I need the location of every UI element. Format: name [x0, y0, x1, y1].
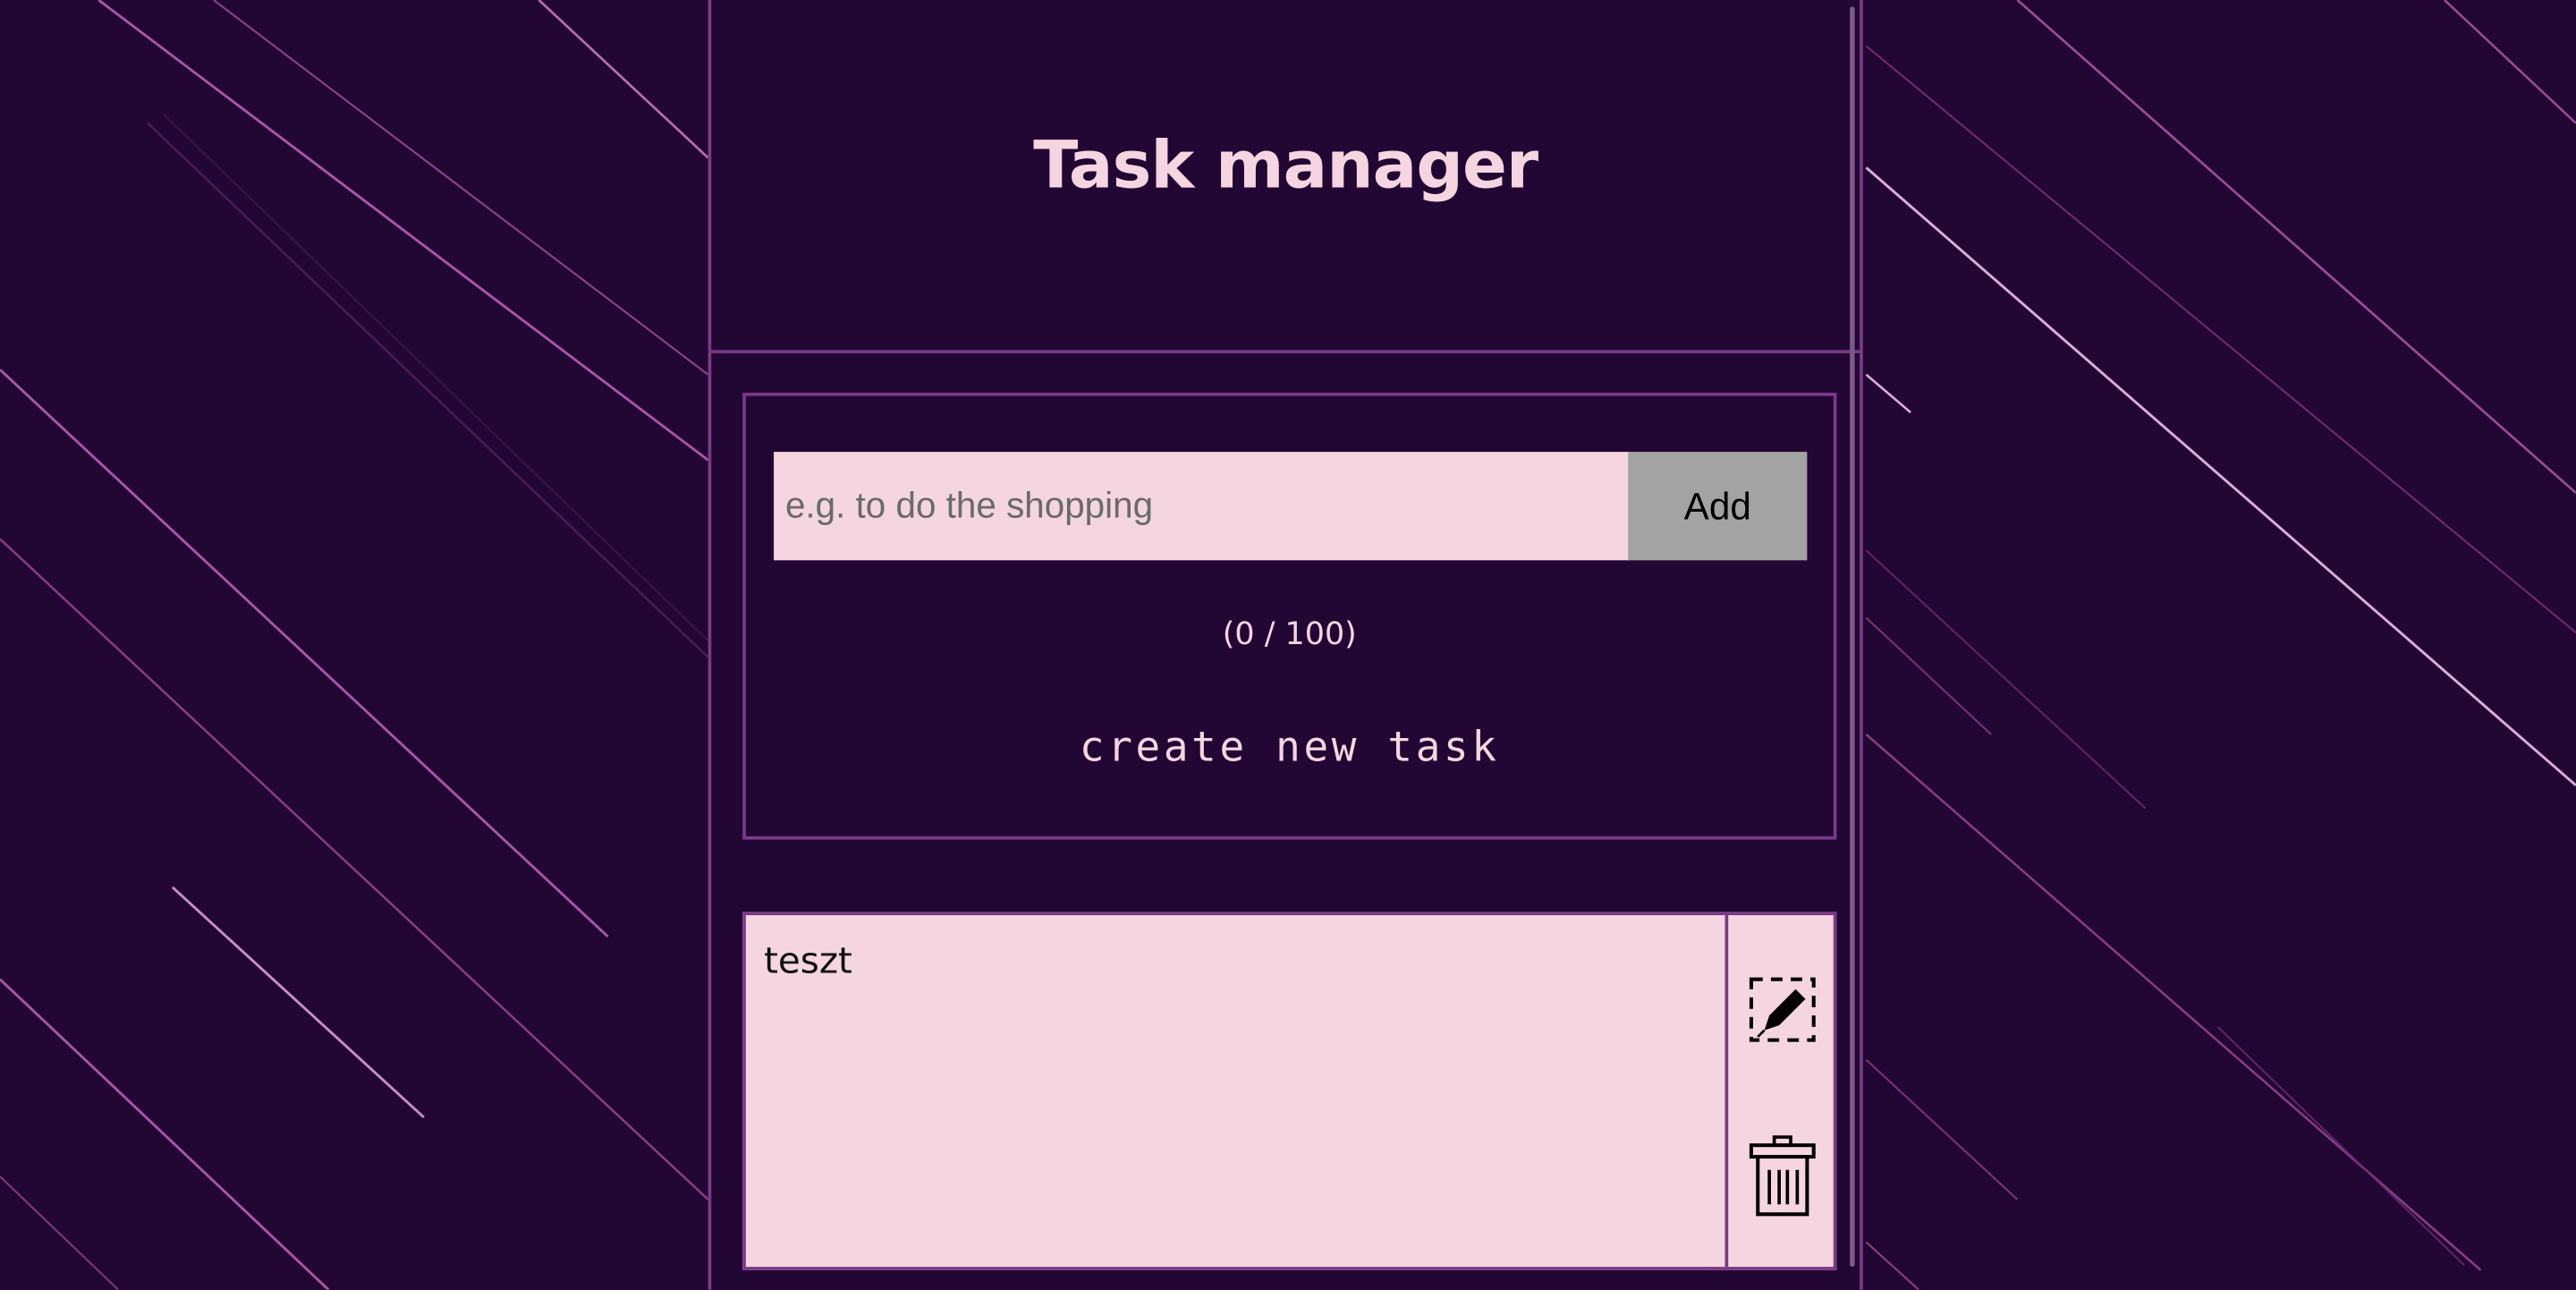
app-viewport: Task manager Add (0 / 100) create new ta… [0, 0, 2576, 1290]
page-title: Task manager [1033, 128, 1538, 204]
task-item: teszt [742, 912, 1837, 1270]
task-input[interactable] [774, 452, 1631, 561]
char-counter: (0 / 100) [1222, 615, 1357, 653]
edit-task-button[interactable] [1746, 968, 1818, 1050]
task-actions [1724, 915, 1834, 1268]
trash-can-icon [1749, 1135, 1816, 1217]
delete-task-button[interactable] [1746, 1135, 1818, 1218]
task-text: teszt [764, 941, 852, 983]
create-task-label: create new task [1079, 723, 1500, 771]
main-panel: Task manager Add (0 / 100) create new ta… [708, 0, 1863, 1290]
add-button[interactable]: Add [1628, 452, 1808, 561]
pencil-in-dashed-box-icon [1749, 977, 1816, 1042]
scrollbar[interactable] [1850, 6, 1855, 1268]
create-task-form: Add (0 / 100) create new task [742, 392, 1837, 840]
header: Task manager [711, 0, 1860, 353]
